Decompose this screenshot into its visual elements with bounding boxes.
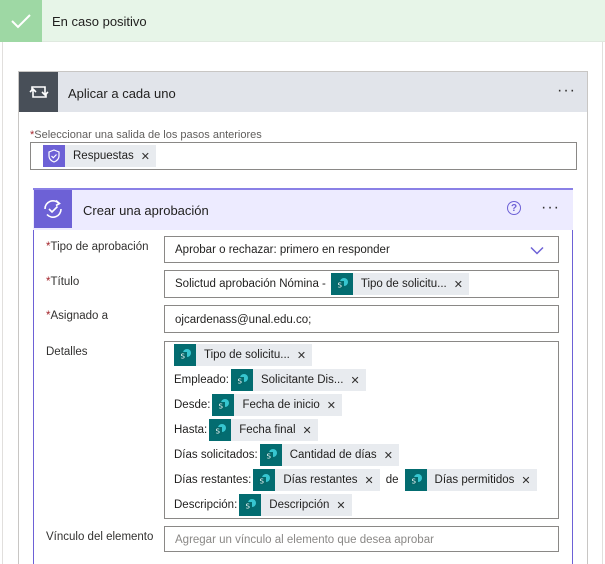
details-line: S Tipo de solicitu... ✕ — [174, 344, 313, 366]
assigned-field[interactable]: ojcardenass@unal.edu.co; — [164, 305, 559, 333]
dynamic-content-token[interactable]: S Fecha final ✕ — [209, 419, 318, 441]
token-label: Cantidad de días — [289, 449, 377, 461]
svg-text:S: S — [411, 478, 416, 486]
svg-text:S: S — [337, 282, 342, 290]
approval-type-label: *Tipo de aprobación — [46, 241, 149, 253]
token-label: Fecha final — [239, 424, 296, 436]
details-line-prefix: Días restantes: — [174, 474, 252, 486]
details-line: Días restantes: S Días restantes ✕ de S Días p… — [174, 469, 537, 491]
more-icon[interactable]: ··· — [557, 83, 576, 99]
dynamic-content-token[interactable]: S Días permitidos ✕ — [404, 469, 537, 491]
token-label: Respuestas — [73, 150, 134, 162]
close-icon[interactable]: ✕ — [295, 349, 312, 362]
sharepoint-icon: S — [239, 494, 262, 516]
title-label: *Título — [46, 276, 80, 288]
branch-right-border — [602, 42, 603, 564]
close-icon[interactable]: ✕ — [334, 499, 351, 512]
token-label: Solicitante Dis... — [260, 374, 344, 386]
help-icon[interactable]: ? — [507, 201, 521, 215]
approval-type-select[interactable]: Aprobar o rechazar: primero en responder — [164, 236, 559, 263]
details-line-prefix: Empleado: — [174, 374, 229, 386]
sharepoint-icon: S — [330, 273, 353, 295]
close-icon[interactable]: ✕ — [348, 374, 365, 387]
approval-type-value: Aprobar o rechazar: primero en responder — [175, 244, 390, 256]
approval-icon — [34, 190, 72, 228]
details-line: Desde: S Fecha de inicio ✕ — [174, 394, 343, 416]
details-line: Días solicitados: S Cantidad de días ✕ — [174, 444, 399, 466]
details-field[interactable]: S Tipo de solicitu... ✕ Empleado: S Solicitan… — [164, 341, 559, 519]
details-line-joiner: de — [385, 474, 399, 486]
sharepoint-icon: S — [174, 344, 196, 366]
close-icon[interactable]: ✕ — [382, 449, 399, 462]
svg-text:S: S — [237, 378, 242, 386]
check-icon — [0, 0, 42, 42]
select-output-field[interactable]: Respuestas ✕ — [30, 142, 577, 170]
close-icon[interactable]: ✕ — [301, 424, 318, 437]
select-output-label-text: Seleccionar una salida de los pasos ante… — [34, 129, 262, 141]
svg-text:S: S — [266, 453, 271, 461]
sharepoint-icon: S — [209, 419, 232, 441]
svg-text:S: S — [181, 353, 186, 361]
details-line-prefix: Desde: — [174, 399, 211, 411]
token-tipo-solicitud[interactable]: S Tipo de solicitu... ✕ — [330, 273, 469, 295]
token-label: Descripción — [269, 499, 330, 511]
title-label-text: Título — [50, 276, 80, 288]
token-label: Tipo de solicitu... — [360, 278, 447, 290]
details-line: Hasta: S Fecha final ✕ — [174, 419, 318, 441]
sharepoint-icon: S — [230, 369, 253, 391]
token-label: Tipo de solicitu... — [204, 349, 290, 361]
svg-text:S: S — [219, 403, 224, 411]
title-prefix: Solictud aprobación Nómina - — [175, 278, 326, 290]
dynamic-content-token[interactable]: S Cantidad de días ✕ — [259, 444, 399, 466]
dynamic-content-token[interactable]: S Días restantes ✕ — [253, 469, 380, 491]
close-icon[interactable]: ✕ — [363, 474, 380, 487]
sharepoint-icon: S — [253, 469, 276, 491]
dynamic-content-token[interactable]: S Fecha de inicio ✕ — [212, 394, 343, 416]
loop-icon — [19, 72, 58, 112]
close-icon[interactable]: ✕ — [519, 474, 536, 487]
svg-text:S: S — [260, 478, 265, 486]
chevron-down-icon[interactable] — [530, 244, 544, 258]
assigned-value: ojcardenass@unal.edu.co; — [175, 314, 312, 326]
token-label: Días restantes — [283, 474, 358, 486]
branch-left-border — [2, 42, 3, 564]
sharepoint-icon: S — [212, 394, 235, 416]
foreach-title: Aplicar a cada uno — [68, 86, 176, 101]
token-label: Fecha de inicio — [242, 399, 320, 411]
select-output-label: *Seleccionar una salida de los pasos ant… — [30, 129, 262, 141]
title-field[interactable]: Solictud aprobación Nómina - S Tipo de s… — [164, 270, 559, 298]
item-link-field[interactable]: Agregar un vínculo al elemento que desea… — [164, 526, 559, 552]
svg-text:S: S — [216, 428, 221, 436]
details-line-prefix: Días solicitados: — [174, 449, 258, 461]
assigned-label: *Asignado a — [46, 310, 109, 322]
approval-title: Crear una aprobación — [83, 203, 209, 218]
details-line: Descripción: S Descripción ✕ — [174, 494, 352, 516]
sharepoint-icon: S — [259, 444, 282, 466]
close-icon[interactable]: ✕ — [452, 278, 469, 291]
details-line: Empleado: S Solicitante Dis... ✕ — [174, 369, 366, 391]
more-icon[interactable]: ··· — [541, 200, 560, 216]
approval-type-label-text: Tipo de aprobación — [50, 241, 149, 253]
token-label: Días permitidos — [434, 474, 515, 486]
sharepoint-icon: S — [404, 469, 427, 491]
dynamic-content-token[interactable]: S Tipo de solicitu... ✕ — [174, 344, 313, 366]
condition-yes-title: En caso positivo — [52, 14, 147, 29]
close-icon[interactable]: ✕ — [139, 150, 156, 163]
details-line-prefix: Descripción: — [174, 499, 238, 511]
item-link-placeholder: Agregar un vínculo al elemento que desea… — [175, 534, 434, 546]
dynamic-content-token[interactable]: S Solicitante Dis... ✕ — [230, 369, 366, 391]
approval-icon — [43, 145, 65, 167]
details-label: Detalles — [46, 346, 88, 358]
close-icon[interactable]: ✕ — [325, 399, 342, 412]
item-link-label: Vínculo del elemento — [46, 531, 154, 543]
dynamic-content-token[interactable]: S Descripción ✕ — [239, 494, 352, 516]
svg-text:S: S — [246, 503, 251, 511]
token-respuestas[interactable]: Respuestas ✕ — [43, 145, 156, 167]
details-line-prefix: Hasta: — [174, 424, 208, 436]
assigned-label-text: Asignado a — [50, 310, 109, 322]
